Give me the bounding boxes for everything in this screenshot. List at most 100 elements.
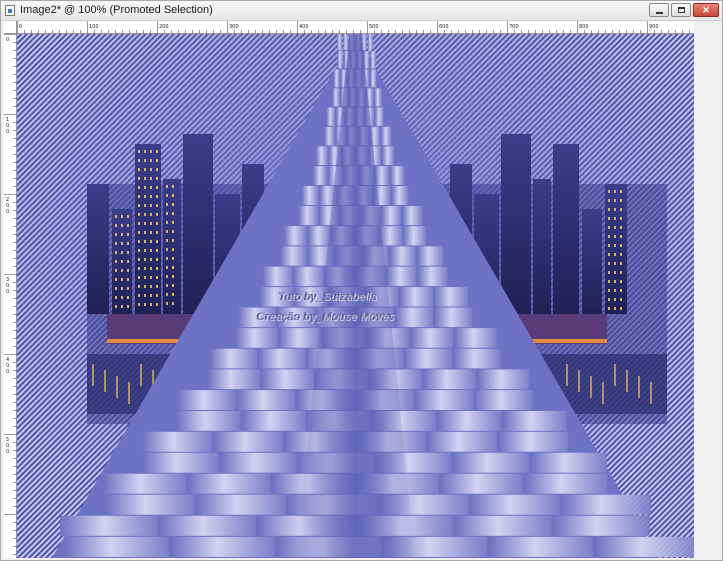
tile [141, 431, 213, 452]
horizontal-ruler[interactable]: 0 100 200 300 400 500 600 700 800 900 [17, 21, 694, 34]
tile [158, 515, 257, 536]
tile [390, 166, 405, 186]
tile [476, 369, 530, 390]
tile [488, 536, 593, 557]
tile [391, 186, 409, 206]
tile [426, 431, 497, 452]
title-bar[interactable]: Image2* @ 100% (Promoted Selection) ✕ [1, 1, 722, 21]
tile [381, 146, 395, 166]
tile [301, 186, 319, 206]
tile [283, 226, 307, 246]
close-button[interactable]: ✕ [693, 3, 719, 17]
tile [404, 348, 453, 369]
tile [436, 410, 502, 431]
minimize-icon [655, 11, 663, 14]
tile [332, 88, 340, 107]
tile [186, 473, 271, 494]
hruler-label: 0 [19, 24, 22, 30]
minimize-button[interactable] [649, 3, 669, 17]
tile [213, 431, 284, 452]
tile [394, 307, 434, 328]
tile [102, 473, 186, 494]
tile [453, 515, 552, 536]
tile [402, 206, 423, 226]
tile [234, 328, 278, 348]
tile [453, 348, 501, 369]
hruler-label: 700 [509, 24, 519, 30]
close-icon: ✕ [702, 4, 710, 15]
tile [209, 348, 257, 369]
tile [343, 34, 349, 51]
tile [104, 494, 195, 515]
ruler-corner [4, 21, 17, 34]
tile [367, 34, 373, 51]
vruler-label: 0 [6, 129, 9, 135]
vertical-ruler[interactable]: 0100200300400500 [4, 34, 17, 558]
vruler-label: 0 [6, 449, 9, 455]
vruler-label: 0 [6, 209, 9, 215]
tile [399, 287, 434, 307]
tile [560, 494, 651, 515]
tile [261, 369, 315, 390]
tile [416, 246, 444, 266]
tile [170, 536, 275, 557]
tile [280, 246, 307, 266]
vruler-label: 0 [6, 289, 9, 295]
tile [195, 494, 287, 515]
window-title: Image2* @ 100% (Promoted Selection) [20, 4, 213, 16]
tile [439, 473, 524, 494]
tile [552, 515, 650, 536]
hruler-label: 200 [159, 24, 169, 30]
tile [414, 390, 474, 410]
tile [64, 536, 169, 557]
tile [434, 307, 473, 328]
hruler-label: 300 [229, 24, 239, 30]
tile [417, 266, 448, 287]
tile [142, 452, 219, 473]
tile [60, 515, 158, 536]
tile [236, 390, 296, 410]
tile [262, 266, 293, 287]
tile [524, 473, 608, 494]
tile [381, 206, 402, 226]
tile [386, 266, 417, 287]
tile [326, 107, 336, 126]
tile [410, 328, 454, 348]
tile [257, 348, 306, 369]
hruler-label: 900 [649, 24, 659, 30]
tile [374, 88, 382, 107]
maximize-button[interactable] [671, 3, 691, 17]
window-margin [694, 21, 722, 558]
tile [530, 452, 607, 473]
tile [374, 166, 390, 186]
document-icon [5, 5, 15, 16]
tile [474, 390, 533, 410]
hruler-label: 100 [89, 24, 99, 30]
hruler-label: 600 [439, 24, 449, 30]
tile [278, 328, 322, 348]
tile [207, 369, 261, 390]
tile [298, 206, 319, 226]
tile [370, 69, 377, 88]
tile [497, 431, 569, 452]
tile [434, 287, 469, 307]
tile [293, 266, 324, 287]
tile [403, 226, 427, 246]
tile [337, 34, 343, 51]
tile [176, 410, 241, 431]
hruler-label: 500 [369, 24, 379, 30]
tile [454, 328, 498, 348]
tile [312, 166, 328, 186]
tile [333, 69, 340, 88]
image-canvas[interactable]: Tuto by_Suizabella Creação by_Mouse Move… [17, 34, 694, 558]
tile [307, 226, 331, 246]
tile [502, 410, 567, 431]
hruler-label: 400 [299, 24, 309, 30]
hruler-label: 800 [579, 24, 589, 30]
image-window: Image2* @ 100% (Promoted Selection) ✕ 0 1… [0, 0, 723, 561]
tile [389, 246, 416, 266]
maximize-icon [677, 7, 685, 13]
vruler-label: 0 [6, 37, 9, 43]
tile [594, 536, 694, 557]
tile [241, 410, 306, 431]
